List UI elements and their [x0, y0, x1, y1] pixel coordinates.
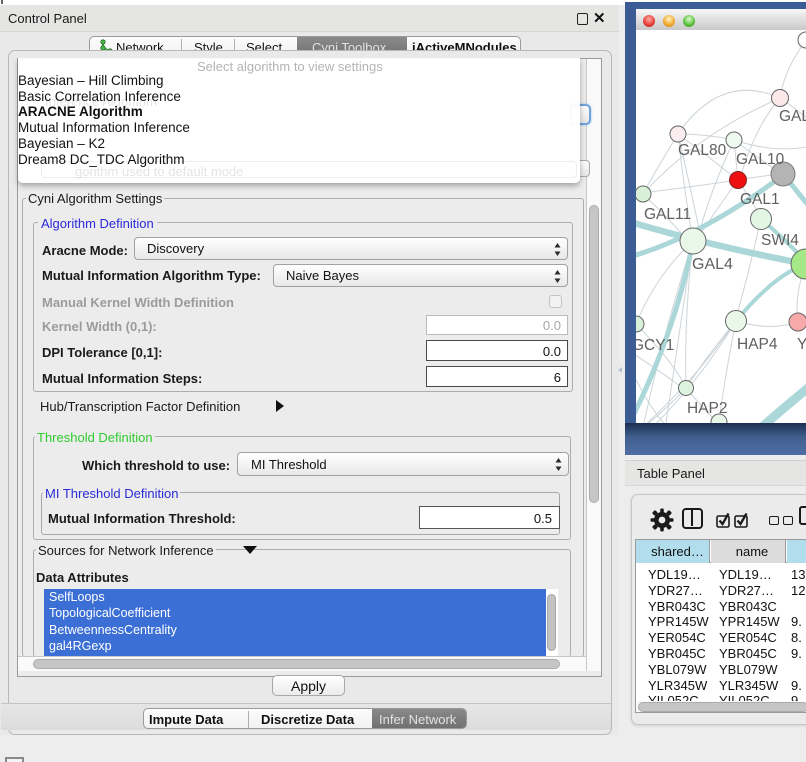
svg-text:GAL1: GAL1	[740, 191, 780, 208]
svg-text:GAL11: GAL11	[644, 206, 691, 223]
svg-text:Y: Y	[797, 336, 806, 353]
svg-text:HAP2: HAP2	[687, 400, 728, 417]
svg-text:GAL10: GAL10	[736, 151, 785, 168]
svg-text:SWI4: SWI4	[761, 232, 799, 249]
svg-text:HAP4: HAP4	[737, 336, 778, 353]
svg-text:GAL4: GAL4	[692, 256, 733, 273]
svg-text:GCY1: GCY1	[636, 337, 674, 354]
svg-text:GAL80: GAL80	[678, 142, 727, 159]
svg-text:GAL: GAL	[779, 108, 806, 125]
